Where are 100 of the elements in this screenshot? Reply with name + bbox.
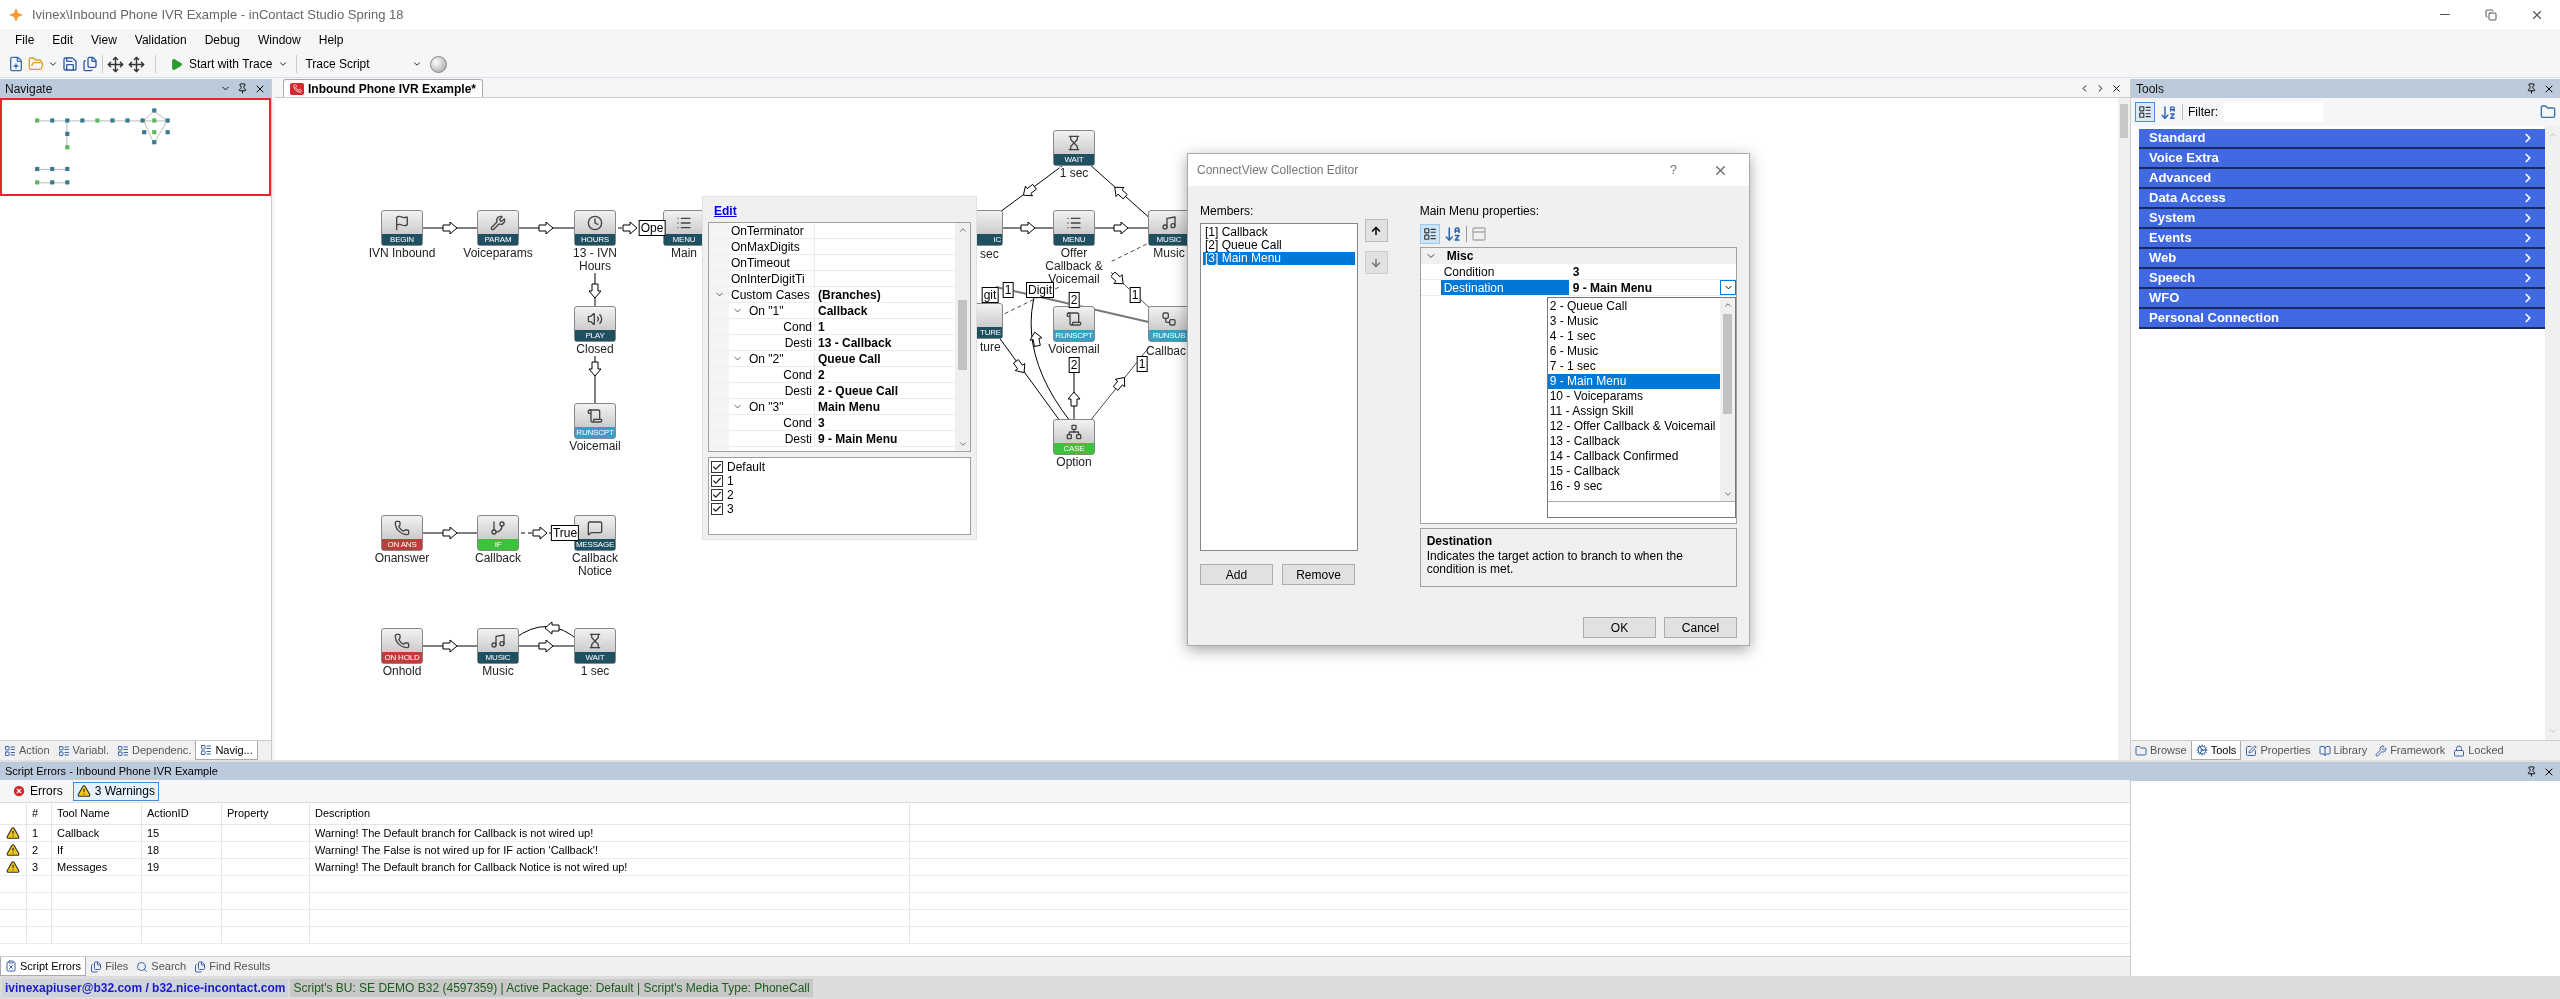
action-tile[interactable]: MUSIC bbox=[477, 628, 519, 664]
panel-tab[interactable]: Browse bbox=[2131, 741, 2191, 760]
action-tile[interactable]: ON HOLD bbox=[381, 628, 423, 664]
scrollbar-thumb[interactable] bbox=[2120, 104, 2128, 138]
dropdown-option[interactable]: 16 - 9 sec bbox=[1547, 479, 1720, 494]
expand-arrows-icon[interactable] bbox=[107, 55, 124, 73]
remove-button[interactable]: Remove bbox=[1282, 564, 1355, 585]
checkbox[interactable] bbox=[711, 461, 723, 473]
tool-category-bar[interactable]: System bbox=[2139, 209, 2545, 229]
tool-category-bar[interactable]: Voice Extra bbox=[2139, 149, 2545, 169]
dropdown-option[interactable]: 11 - Assign Skill bbox=[1547, 404, 1720, 419]
sort-alphabetical-icon[interactable] bbox=[1443, 225, 1462, 243]
pin-icon[interactable] bbox=[2526, 766, 2537, 777]
menu-item[interactable]: View bbox=[82, 30, 126, 50]
vertical-scrollbar[interactable] bbox=[2118, 98, 2130, 760]
tool-category-bar[interactable]: Data Access bbox=[2139, 189, 2545, 209]
panel-tab[interactable]: Files bbox=[86, 957, 133, 976]
categorized-view-icon[interactable] bbox=[1419, 224, 1440, 244]
column-header[interactable]: ActionID bbox=[147, 805, 189, 822]
menu-item[interactable]: Validation bbox=[125, 30, 196, 50]
action-tile[interactable]: MUSIC bbox=[1148, 210, 1190, 246]
panel-tab[interactable]: Locked bbox=[2449, 741, 2508, 760]
panel-tab[interactable]: Framework bbox=[2371, 741, 2450, 760]
help-button[interactable]: ? bbox=[1669, 160, 1677, 180]
caret-icon[interactable] bbox=[48, 59, 58, 69]
move-down-button[interactable] bbox=[1364, 251, 1388, 274]
panel-tab[interactable]: Script Errors bbox=[0, 957, 87, 976]
tool-category-bar[interactable]: Advanced bbox=[2139, 169, 2545, 189]
dropdown-option[interactable]: 13 - Callback bbox=[1547, 434, 1720, 449]
start-with-trace-button[interactable]: Start with Trace bbox=[166, 53, 293, 75]
scroll-up-icon[interactable] bbox=[1722, 300, 1733, 310]
checkbox[interactable] bbox=[711, 489, 723, 501]
new-file-icon[interactable] bbox=[8, 56, 24, 72]
dropdown-option[interactable]: 7 - 1 sec bbox=[1547, 359, 1720, 374]
vertical-scrollbar[interactable] bbox=[955, 223, 970, 451]
sort-alphabetical-icon[interactable] bbox=[2160, 103, 2177, 121]
menu-item[interactable]: Debug bbox=[195, 30, 250, 50]
dropdown-option[interactable]: 9 - Main Menu bbox=[1547, 374, 1720, 389]
column-header[interactable]: Description bbox=[315, 805, 371, 822]
pin-icon[interactable] bbox=[237, 83, 248, 94]
dropdown-option[interactable]: 12 - Offer Callback & Voicemail bbox=[1547, 419, 1720, 434]
dropdown-option[interactable]: 6 - Music bbox=[1547, 344, 1720, 359]
action-tile[interactable]: HOURS bbox=[574, 210, 616, 246]
categorized-view-icon[interactable] bbox=[2135, 102, 2155, 122]
dropdown-option[interactable]: 2 - Queue Call bbox=[1547, 299, 1720, 314]
action-tile[interactable]: MENU bbox=[1053, 210, 1095, 246]
tool-category-bar[interactable]: WFO bbox=[2139, 289, 2545, 309]
scroll-up-icon[interactable] bbox=[957, 225, 968, 235]
panel-tab[interactable]: Variabl. bbox=[53, 741, 114, 760]
property-name[interactable]: Destination bbox=[1440, 280, 1569, 295]
filter-button[interactable]: 3 Warnings bbox=[72, 781, 159, 801]
panel-tab[interactable]: Tools bbox=[2190, 741, 2242, 760]
minimap-frame[interactable] bbox=[0, 98, 271, 196]
action-tile[interactable]: MENU bbox=[663, 210, 705, 246]
filter-button[interactable]: Errors bbox=[8, 781, 67, 801]
edit-link[interactable]: Edit bbox=[714, 202, 737, 220]
save-all-icon[interactable] bbox=[82, 56, 98, 72]
menu-item[interactable]: Edit bbox=[43, 30, 83, 50]
panel-tab[interactable]: Library bbox=[2314, 741, 2372, 760]
action-tile[interactable]: PLAY bbox=[574, 306, 616, 342]
tool-category-bar[interactable]: Speech bbox=[2139, 269, 2545, 289]
scroll-down-icon[interactable] bbox=[957, 439, 968, 449]
column-header[interactable]: Tool Name bbox=[57, 805, 110, 822]
ok-button[interactable]: OK bbox=[1583, 617, 1656, 638]
column-header[interactable]: Property bbox=[227, 805, 269, 822]
action-tile[interactable]: PARAM bbox=[477, 210, 519, 246]
panel-tab[interactable]: Properties bbox=[2241, 741, 2315, 760]
action-tile[interactable]: BEGIN bbox=[381, 210, 423, 246]
tool-category-bar[interactable]: Web bbox=[2139, 249, 2545, 269]
menu-item[interactable]: Window bbox=[249, 30, 310, 50]
document-tab[interactable]: Inbound Phone IVR Example* bbox=[283, 79, 484, 97]
menu-item[interactable]: File bbox=[6, 30, 44, 50]
panel-tab[interactable]: Dependenc. bbox=[113, 741, 196, 760]
add-button[interactable]: Add bbox=[1200, 564, 1273, 585]
member-item[interactable]: [3] Main Menu bbox=[1203, 252, 1355, 265]
vertical-scrollbar[interactable] bbox=[1720, 298, 1735, 501]
member-item[interactable]: [1] Callback bbox=[1203, 226, 1355, 239]
scrollbar-thumb[interactable] bbox=[958, 300, 967, 370]
dropdown-button[interactable] bbox=[1720, 280, 1736, 295]
dropdown-option[interactable]: 15 - Callback bbox=[1547, 464, 1720, 479]
panel-tab[interactable]: Search bbox=[132, 957, 191, 976]
action-tile[interactable]: WAIT bbox=[1053, 130, 1095, 166]
member-item[interactable]: [2] Queue Call bbox=[1203, 239, 1355, 252]
scrollbar-thumb[interactable] bbox=[1723, 314, 1732, 414]
menu-item[interactable]: Help bbox=[309, 30, 353, 50]
dropdown-option[interactable]: 4 - 1 sec bbox=[1547, 329, 1720, 344]
cancel-button[interactable]: Cancel bbox=[1664, 617, 1737, 638]
collapse-arrows-icon[interactable] bbox=[128, 55, 145, 73]
save-icon[interactable] bbox=[62, 56, 78, 72]
pin-icon[interactable] bbox=[2526, 83, 2537, 94]
panel-tab[interactable]: Find Results bbox=[190, 957, 275, 976]
action-tile[interactable]: WAIT bbox=[574, 628, 616, 664]
panel-tab[interactable]: Action bbox=[0, 741, 54, 760]
action-tile[interactable]: ON ANS bbox=[381, 515, 423, 551]
move-up-button[interactable] bbox=[1364, 219, 1388, 242]
checkbox[interactable] bbox=[711, 475, 723, 487]
column-header[interactable]: # bbox=[32, 805, 39, 822]
dropdown-option[interactable]: 10 - Voiceparams bbox=[1547, 389, 1720, 404]
dropdown-option[interactable]: 3 - Music bbox=[1547, 314, 1720, 329]
tool-category-bar[interactable]: Personal Connection bbox=[2139, 309, 2545, 329]
